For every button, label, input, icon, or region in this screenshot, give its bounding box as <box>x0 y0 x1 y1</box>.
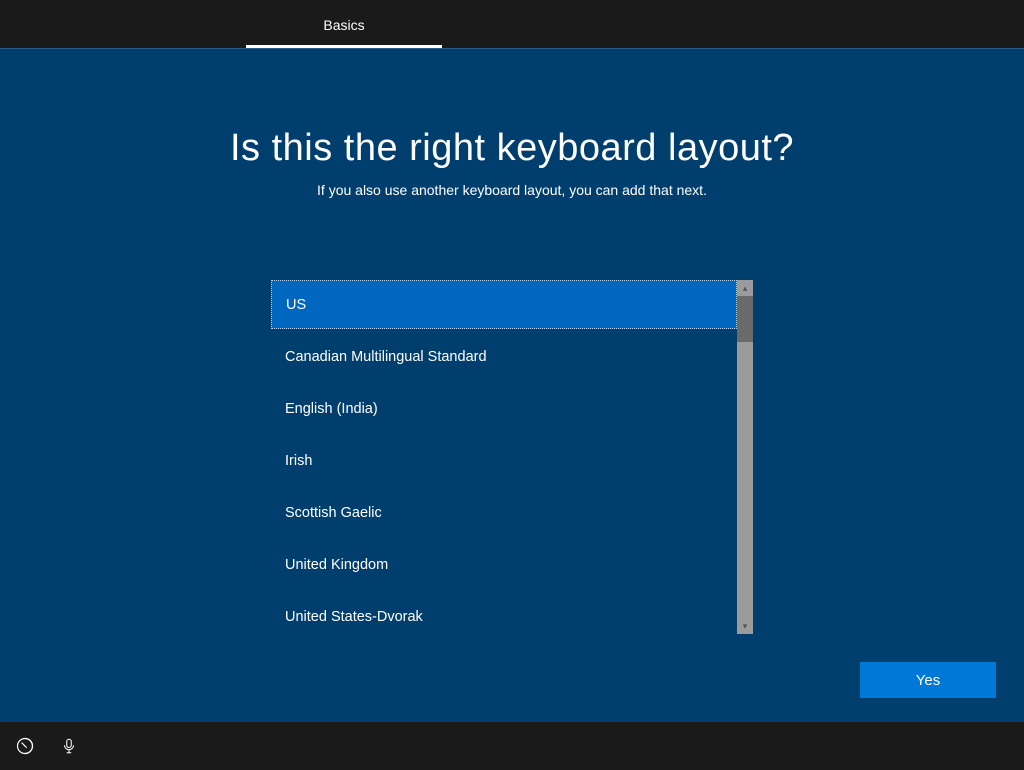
list-item[interactable]: Canadian Multilingual Standard <box>271 332 737 381</box>
list-item[interactable]: United Kingdom <box>271 540 737 589</box>
page-title: Is this the right keyboard layout? <box>230 127 794 170</box>
microphone-icon[interactable] <box>58 735 80 757</box>
scroll-thumb[interactable] <box>737 296 753 342</box>
list-item[interactable]: United States-Dvorak <box>271 592 737 634</box>
scroll-up-button[interactable]: ▴ <box>737 280 753 296</box>
top-bar: Basics <box>0 0 1024 48</box>
page-subtitle: If you also use another keyboard layout,… <box>317 182 707 198</box>
main-panel: Is this the right keyboard layout? If yo… <box>0 48 1024 722</box>
list-item[interactable]: Irish <box>271 436 737 485</box>
keyboard-layout-listbox: US Canadian Multilingual Standard Englis… <box>271 280 753 634</box>
list-item[interactable]: English (India) <box>271 384 737 433</box>
scroll-track[interactable] <box>737 296 753 618</box>
tab-basics[interactable]: Basics <box>246 5 442 48</box>
chevron-up-icon: ▴ <box>743 283 748 294</box>
keyboard-layout-items: US Canadian Multilingual Standard Englis… <box>271 280 737 634</box>
ease-of-access-icon[interactable] <box>14 735 36 757</box>
scrollbar[interactable]: ▴ ▾ <box>737 280 753 634</box>
scroll-down-button[interactable]: ▾ <box>737 618 753 634</box>
list-item[interactable]: US <box>271 280 737 329</box>
chevron-down-icon: ▾ <box>743 621 748 632</box>
bottom-bar <box>0 722 1024 770</box>
yes-button[interactable]: Yes <box>860 662 996 698</box>
list-item[interactable]: Scottish Gaelic <box>271 488 737 537</box>
